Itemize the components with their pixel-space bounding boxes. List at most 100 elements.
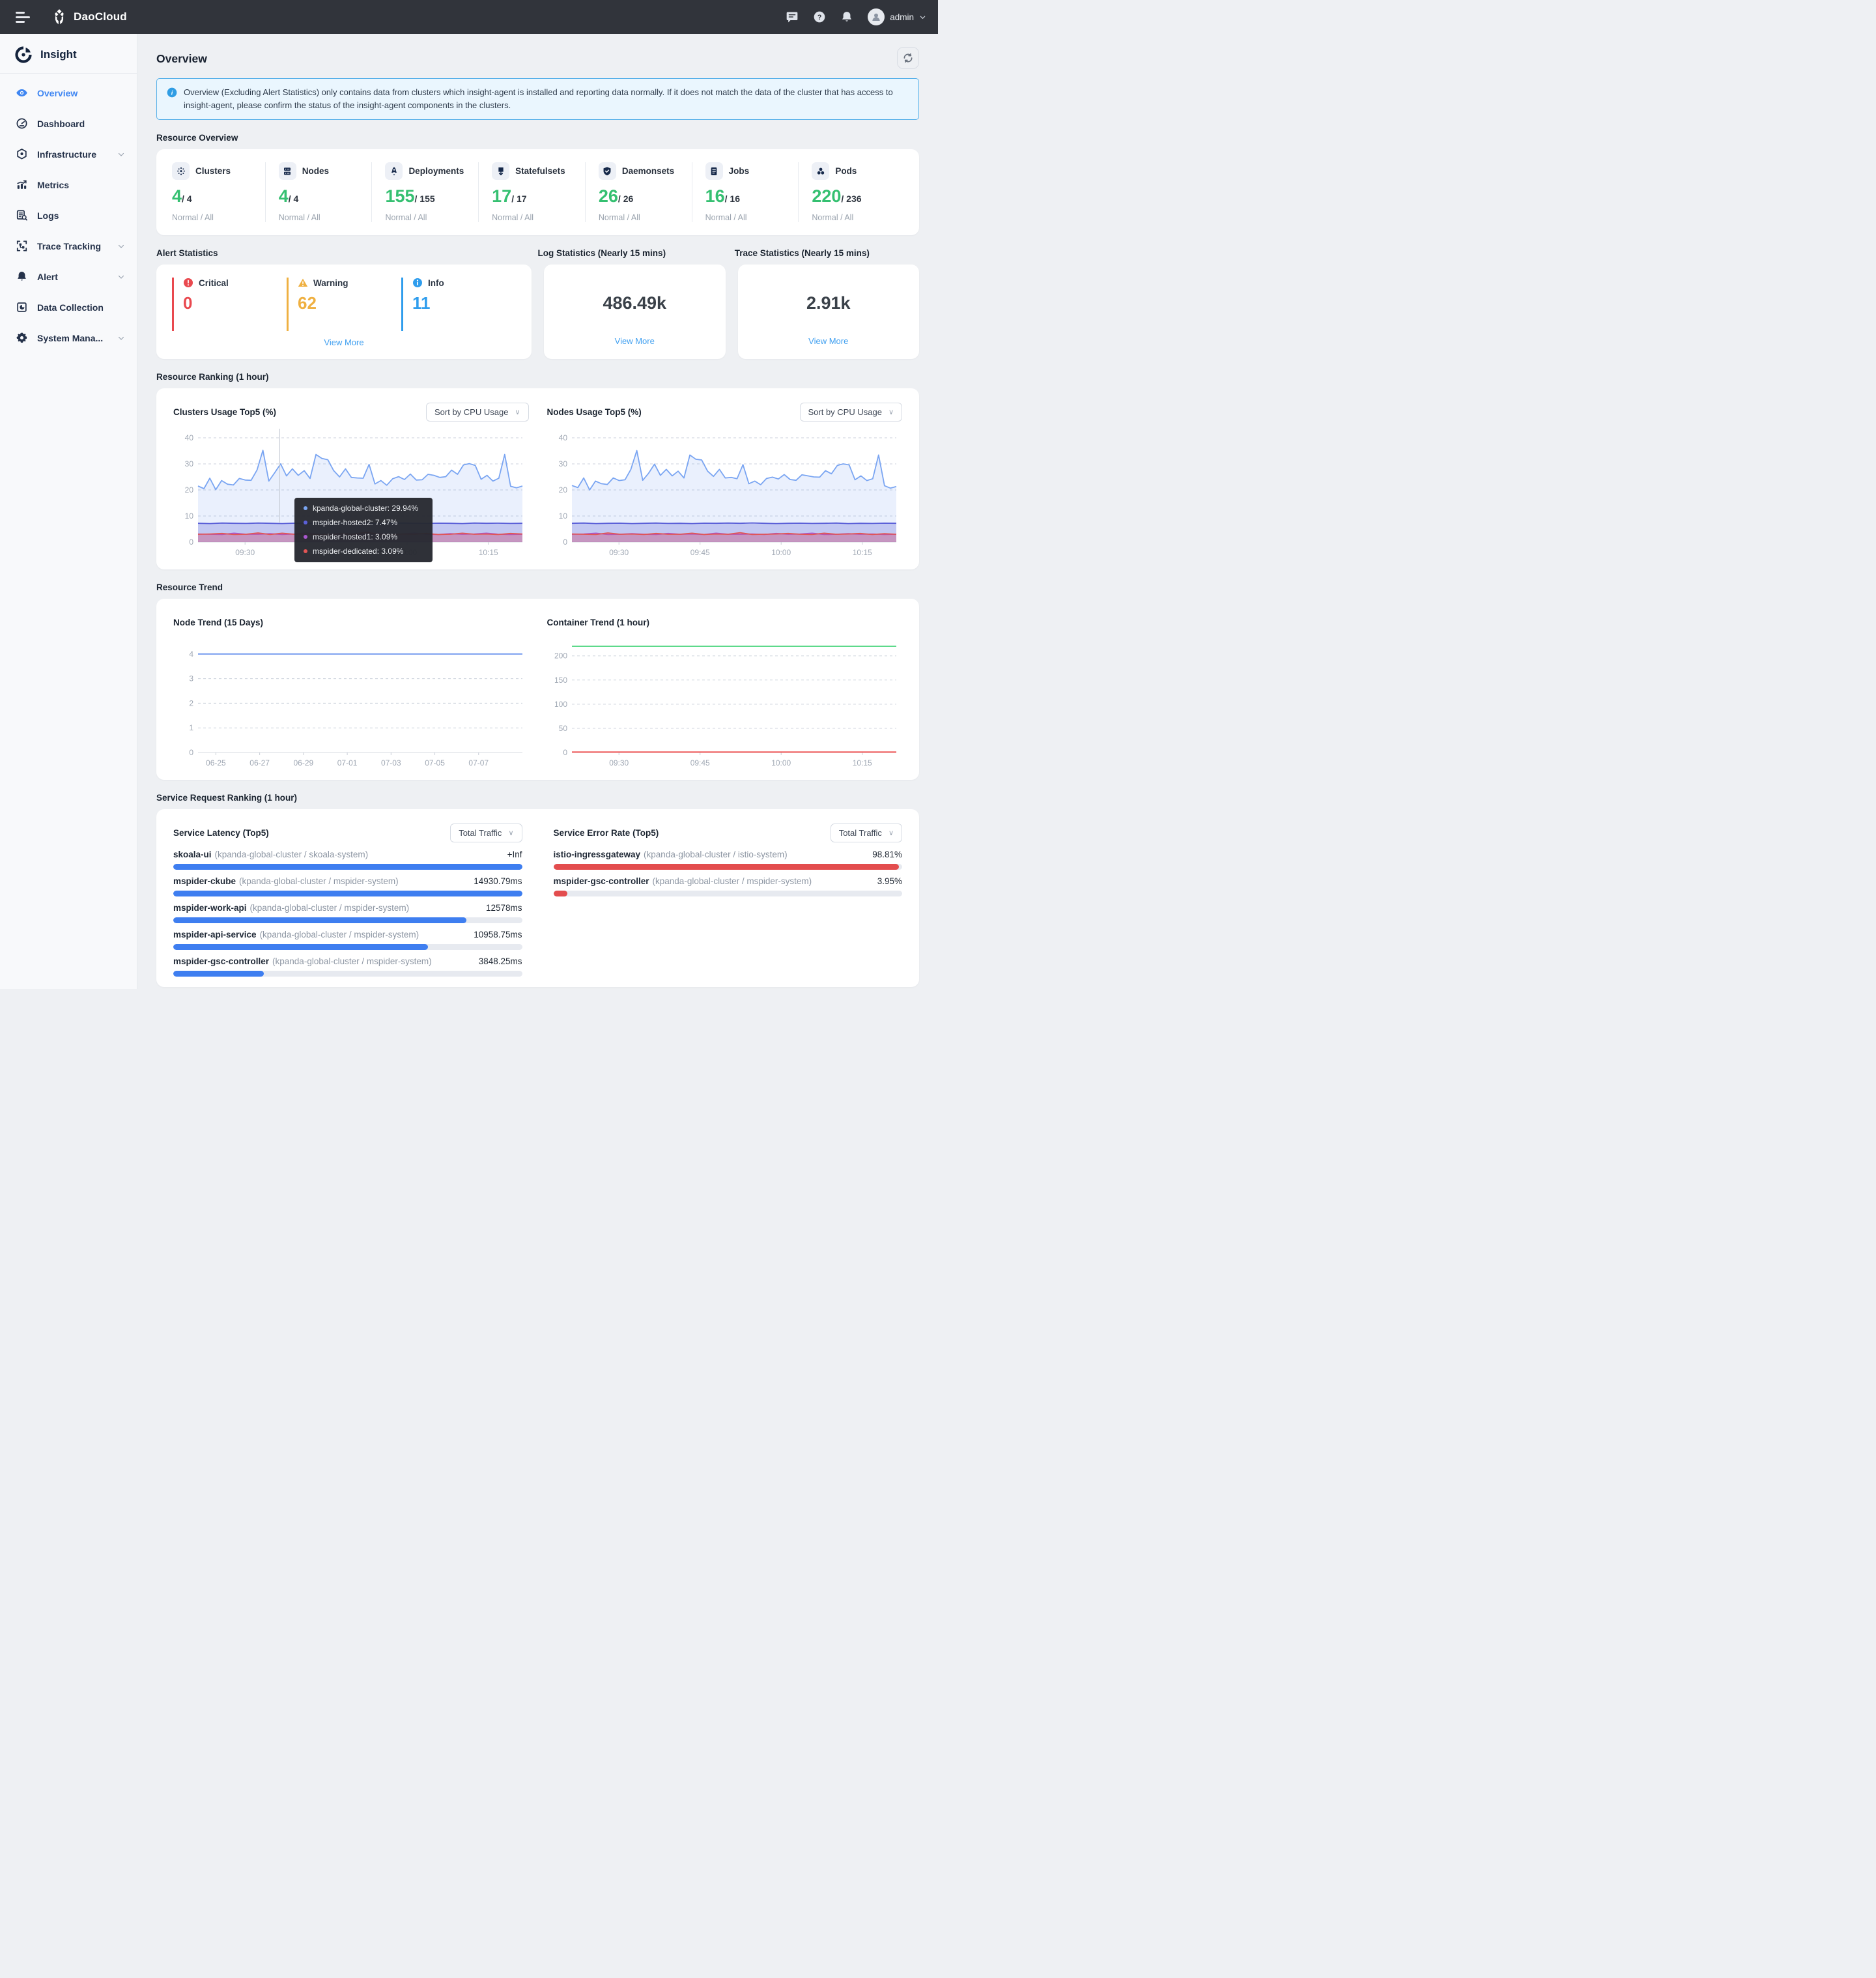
container-trend-plot[interactable]: 05010015020009:3009:4510:0010:15: [547, 633, 903, 771]
main-content: Overview i Overview (Excluding Alert Sta…: [137, 34, 938, 989]
sidebar-item-label: System Mana...: [37, 333, 108, 343]
service-error-rate-title: Service Error Rate (Top5): [554, 828, 659, 838]
container-trend-chart: Container Trend (1 hour) 05010015020009:…: [547, 612, 903, 771]
sidebar-item-metrics[interactable]: Metrics: [0, 169, 137, 200]
log-view-more-link[interactable]: View More: [557, 330, 713, 351]
eye-icon: [16, 87, 28, 99]
brand[interactable]: DaoCloud: [51, 8, 127, 25]
svg-text:4: 4: [189, 650, 193, 659]
resource-item-nodes[interactable]: Nodes 4/ 4 Normal / All: [265, 162, 372, 222]
tooltip-row: mspider-dedicated: 3.09%: [304, 547, 423, 556]
svg-text:09:45: 09:45: [690, 758, 709, 767]
avatar: [868, 8, 885, 25]
service-name: skoala-ui: [173, 850, 212, 859]
chevron-down-icon: [117, 150, 125, 158]
resource-item-statefulsets[interactable]: Statefulsets 17/ 17 Normal / All: [478, 162, 585, 222]
node-trend-title: Node Trend (15 Days): [173, 618, 263, 627]
svg-text:30: 30: [558, 459, 567, 468]
node-trend-plot[interactable]: 0123406-2506-2706-2907-0107-0307-0507-07: [173, 633, 529, 771]
clusters-sort-select[interactable]: Sort by CPU Usage∨: [426, 403, 529, 422]
service-row[interactable]: istio-ingressgateway (kpanda-global-clus…: [554, 850, 903, 870]
sidebar-item-system-mana[interactable]: System Mana...: [0, 322, 137, 353]
log-count: 486.49k: [557, 293, 713, 330]
resource-item-clusters[interactable]: Clusters 4/ 4 Normal / All: [171, 162, 265, 222]
info-text: Overview (Excluding Alert Statistics) on…: [184, 86, 909, 112]
chevron-down-icon: ∨: [508, 829, 513, 837]
collect-icon: [16, 301, 28, 313]
svg-text:50: 50: [558, 724, 567, 733]
sidebar-item-alert[interactable]: Alert: [0, 261, 137, 292]
svg-text:10:00: 10:00: [771, 758, 791, 767]
menu-toggle-icon[interactable]: [16, 12, 30, 23]
alert-count: 11: [412, 294, 516, 311]
service-row[interactable]: mspider-gsc-controller (kpanda-global-cl…: [173, 956, 522, 977]
sidebar-item-label: Trace Tracking: [37, 241, 108, 251]
alert-stat-warning: Warning 62: [287, 278, 401, 331]
resource-count: 220/ 236: [812, 188, 905, 205]
trace-view-more-link[interactable]: View More: [751, 330, 907, 351]
sidebar-item-label: Infrastructure: [37, 149, 108, 160]
metrics-icon: [16, 179, 28, 191]
nodes-usage-plot[interactable]: 01020304009:3009:4510:0010:15: [547, 422, 903, 560]
info-banner: i Overview (Excluding Alert Statistics) …: [156, 78, 919, 120]
help-icon[interactable]: ?: [813, 10, 826, 23]
chart-hover-line: [279, 429, 280, 523]
sidebar-item-overview[interactable]: Overview: [0, 78, 137, 108]
service-ranking-card: Service Latency (Top5) Total Traffic∨ sk…: [156, 809, 919, 987]
resource-item-daemonsets[interactable]: Daemonsets 26/ 26 Normal / All: [585, 162, 692, 222]
service-value: 98.81%: [872, 850, 902, 859]
service-row[interactable]: mspider-gsc-controller (kpanda-global-cl…: [554, 876, 903, 896]
sidebar-item-logs[interactable]: Logs: [0, 200, 137, 231]
sidebar-item-data-collection[interactable]: Data Collection: [0, 292, 137, 322]
service-row[interactable]: skoala-ui (kpanda-global-cluster / skoal…: [173, 850, 522, 870]
svg-text:09:45: 09:45: [690, 548, 709, 557]
alert-stat-info: Info 11: [401, 278, 516, 331]
svg-text:?: ?: [817, 14, 822, 22]
sidebar-item-trace-tracking[interactable]: Trace Tracking: [0, 231, 137, 261]
service-bar: [173, 891, 522, 896]
service-bar: [173, 944, 522, 950]
resource-count: 4/ 4: [279, 188, 372, 205]
user-menu[interactable]: admin: [868, 8, 926, 25]
tooltip-row: mspider-hosted1: 3.09%: [304, 532, 423, 541]
resource-item-jobs[interactable]: Jobs 16/ 16 Normal / All: [692, 162, 799, 222]
latency-filter-select[interactable]: Total Traffic∨: [450, 824, 522, 842]
alert-statistics-card: Critical 0Warning 62Info 11 View More: [156, 265, 532, 359]
section-resource-ranking: Resource Ranking (1 hour): [156, 372, 919, 382]
svg-text:150: 150: [554, 676, 567, 685]
clusters-icon: [176, 166, 186, 177]
feedback-chat-icon[interactable]: [786, 10, 799, 23]
service-row[interactable]: mspider-api-service (kpanda-global-clust…: [173, 930, 522, 950]
service-namespace: (kpanda-global-cluster / mspider-system): [653, 876, 812, 886]
service-bar: [173, 864, 522, 870]
service-row[interactable]: mspider-ckube (kpanda-global-cluster / m…: [173, 876, 522, 896]
bell-icon: [16, 270, 28, 283]
resource-count: 16/ 16: [705, 188, 799, 205]
chevron-down-icon: ∨: [888, 829, 894, 837]
service-row[interactable]: mspider-work-api (kpanda-global-cluster …: [173, 903, 522, 923]
svg-text:200: 200: [554, 652, 567, 661]
sidebar-item-label: Logs: [37, 210, 125, 221]
refresh-button[interactable]: [897, 47, 919, 69]
resource-item-pods[interactable]: Pods 220/ 236 Normal / All: [798, 162, 905, 222]
chevron-down-icon: [117, 334, 125, 342]
service-error-rate-panel: Service Error Rate (Top5) Total Traffic∨…: [554, 822, 903, 977]
section-resource-trend: Resource Trend: [156, 582, 919, 592]
error-rate-filter-select[interactable]: Total Traffic∨: [831, 824, 902, 842]
trace-statistics-card: 2.91k View More: [738, 265, 920, 359]
service-name: istio-ingressgateway: [554, 850, 641, 859]
sidebar-item-dashboard[interactable]: Dashboard: [0, 108, 137, 139]
svg-text:10: 10: [185, 511, 194, 521]
notification-bell-icon[interactable]: [840, 10, 853, 23]
service-namespace: (kpanda-global-cluster / mspider-system): [239, 876, 399, 886]
svg-text:06-27: 06-27: [249, 758, 270, 767]
sidebar-item-infrastructure[interactable]: Infrastructure: [0, 139, 137, 169]
nodes-sort-select[interactable]: Sort by CPU Usage∨: [800, 403, 903, 422]
service-name: mspider-gsc-controller: [173, 956, 269, 966]
svg-text:20: 20: [185, 485, 194, 494]
tooltip-row: mspider-hosted2: 7.47%: [304, 518, 423, 527]
service-value: +Inf: [507, 850, 522, 859]
alert-view-more-link[interactable]: View More: [172, 331, 516, 351]
resource-item-deployments[interactable]: Deployments 155/ 155 Normal / All: [371, 162, 478, 222]
sidebar-item-label: Overview: [37, 88, 125, 98]
